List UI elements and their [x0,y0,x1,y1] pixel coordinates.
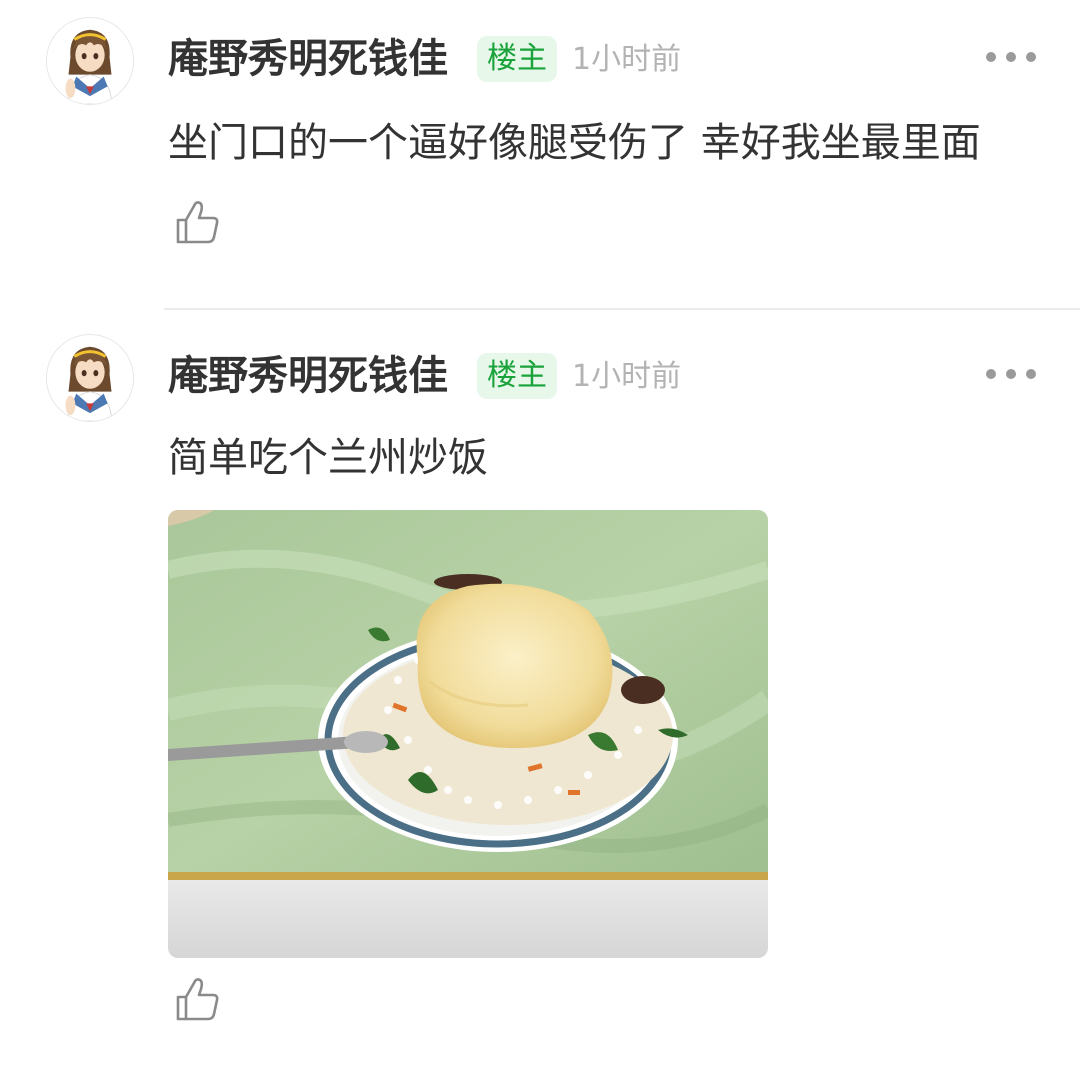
thumbs-up-icon [176,201,219,244]
like-button[interactable] [174,975,222,1023]
avatar[interactable] [46,334,134,422]
username[interactable]: 庵野秀明死钱佳 [168,352,448,400]
avatar-image [47,335,133,421]
fried-rice-photo [168,510,768,958]
more-dots-icon [986,369,996,379]
comment-text: 坐门口的一个逼好像腿受伤了 幸好我坐最里面 [168,120,981,166]
comment-text: 简单吃个兰州炒饭 [168,435,488,481]
more-options-button[interactable] [986,42,1036,72]
like-button[interactable] [174,198,222,246]
op-badge: 楼主 [477,36,557,82]
timestamp: 1小时前 [572,359,682,394]
post-photo[interactable] [168,510,768,958]
more-dots-icon [986,52,996,62]
avatar-image [47,18,133,104]
more-options-button[interactable] [986,359,1036,389]
comment-item: 庵野秀明死钱佳 楼主 1小时前 简单吃个兰州炒饭 [0,310,1080,1083]
comment-item: 庵野秀明死钱佳 楼主 1小时前 坐门口的一个逼好像腿受伤了 幸好我坐最里面 [0,0,1080,308]
username[interactable]: 庵野秀明死钱佳 [168,35,448,83]
op-badge: 楼主 [477,353,557,399]
thumbs-up-icon [176,978,219,1021]
timestamp: 1小时前 [572,42,682,77]
avatar[interactable] [46,17,134,105]
